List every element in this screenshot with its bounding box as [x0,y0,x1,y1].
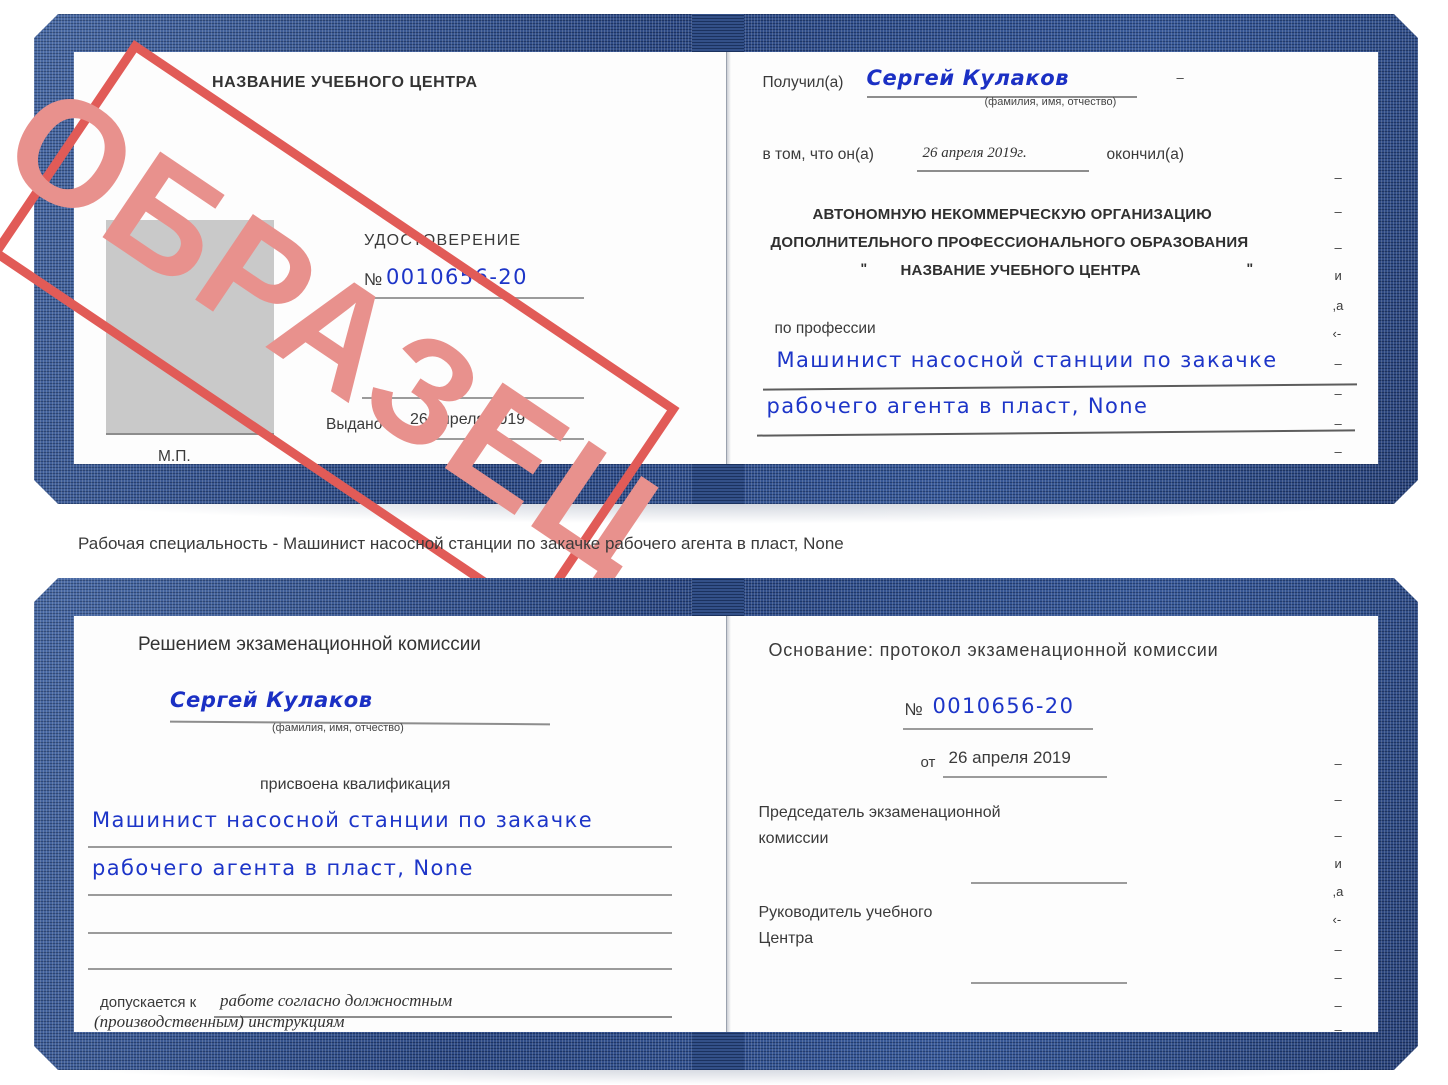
blank-rule-1 [362,397,584,399]
number-rule [362,297,584,299]
edge-mark-0: – [1334,170,1342,185]
edge-mark-b5: ‹- [1332,912,1342,927]
issued-rule [406,438,584,440]
number-symbol: № [364,270,383,289]
from-label: от [920,754,936,771]
photo-placeholder [106,220,274,433]
edge-mark-b6: – [1334,942,1342,957]
profession-line-1: Машинист насосной станции по закачке [776,348,1278,372]
edge-mark-b4: ,а [1332,884,1344,899]
issued-date-value: 26 апреля 2019 [410,411,526,428]
photo-underline [106,433,274,435]
edge-mark-b8: – [1334,998,1342,1013]
chairman-signature-rule [970,882,1127,884]
received-label: Получил(а) [762,74,844,91]
org-line-1: АВТОНОМНУЮ НЕКОММЕРЧЕСКУЮ ОРГАНИЗАЦИЮ [812,206,1212,223]
protocol-number-symbol: № [904,700,923,719]
caption-text: Рабочая специальность - Машинист насосно… [78,534,844,553]
qualification-rule-3 [88,932,672,934]
commission-title: Решением экзаменационной комиссии [138,634,481,655]
head-line-2: Центра [758,930,814,947]
protocol-number-value: 0010656-20 [932,694,1075,718]
org-quote-open: " [860,260,868,276]
seal-label: М.П. [158,448,191,464]
edge-mark-b0: – [1334,756,1342,771]
protocol-number-rule [902,728,1093,730]
edge-mark-3: и [1334,268,1342,283]
qualification-rule-4 [88,968,672,970]
commission-fio-hint: (фамилия, имя, отчество) [272,722,404,734]
from-date-rule [942,776,1107,778]
qualification-line-2: рабочего агента в пласт, None [92,856,474,880]
certificate-number-value: 0010656-20 [386,265,528,289]
admitted-value-line-1: работе согласно должностным [220,991,453,1010]
study-date-rule [916,170,1089,172]
head-line-1: Руководитель учебного [758,904,933,921]
certificate-spread-bottom: Решением экзаменационной комиссии Сергей… [74,616,1378,1032]
qualification-rule-2 [88,894,672,896]
chairman-line-2: комиссии [758,830,829,847]
edge-mark-5: ‹- [1332,326,1342,341]
finished-label: окончил(а) [1106,146,1184,163]
document-type-title: УДОСТОВЕРЕНИЕ [364,232,522,249]
edge-mark-8: – [1334,416,1342,431]
page-title-center-name: НАЗВАНИЕ УЧЕБНОГО ЦЕНТРА [212,74,478,91]
profession-label: по профессии [774,320,876,337]
spine-tab-bottom-lower [692,1026,744,1070]
fio-hint: (фамилия, имя, отчество) [984,96,1117,108]
profession-line-2: рабочего агента в пласт, None [766,394,1149,418]
org-line-2: ДОПОЛНИТЕЛЬНОГО ПРОФЕССИОНАЛЬНОГО ОБРАЗО… [770,234,1249,251]
edge-mark-b2: – [1334,828,1342,843]
qualification-label: присвоена квалификация [260,776,451,793]
edge-mark-1: – [1334,204,1342,219]
edge-mark-b7: – [1334,970,1342,985]
qualification-rule-1 [88,846,672,848]
edge-mark-b1: – [1334,792,1342,807]
page-4-basis: Основание: протокол экзаменационной коми… [726,616,1378,1032]
edge-mark-2: – [1334,240,1342,255]
edge-mark-6: – [1334,356,1342,371]
basis-label: Основание: протокол экзаменационной коми… [768,640,1219,660]
commission-name-value: Сергей Кулаков [170,688,373,712]
chairman-line-1: Председатель экзаменационной [758,804,1001,821]
edge-dash-a: – [1176,70,1184,85]
edge-mark-7: – [1334,386,1342,401]
page-2-details: Получил(а) Сергей Кулаков (фамилия, имя,… [726,52,1378,464]
edge-mark-4: ,а [1332,298,1344,313]
spine-tab-top-lower [692,460,744,504]
head-signature-rule [970,982,1127,984]
profession-rule-2 [756,429,1355,437]
in-that-label: в том, что он(а) [762,146,874,163]
holder-name-value: Сергей Кулаков [866,66,1070,90]
edge-mark-b3: и [1334,856,1342,871]
study-date-value: 26 апреля 2019г. [922,145,1027,161]
issued-label: Выдано [326,416,383,433]
edge-mark-b9: – [1334,1022,1342,1032]
page-3-commission: Решением экзаменационной комиссии Сергей… [74,616,727,1032]
admitted-label: допускается к [100,994,197,1011]
qualification-line-1: Машинист насосной станции по закачке [92,808,594,832]
profession-rule-1 [762,383,1357,391]
admitted-value-line-2: (производственным) инструкциям [94,1012,345,1031]
from-date-value: 26 апреля 2019 [948,748,1071,767]
edge-mark-9: – [1334,444,1342,459]
org-quote-close: " [1246,260,1254,276]
certificate-spread-top: НАЗВАНИЕ УЧЕБНОГО ЦЕНТРА УДОСТОВЕРЕНИЕ №… [0,40,1378,622]
org-line-3: НАЗВАНИЕ УЧЕБНОГО ЦЕНТРА [900,262,1141,279]
page-1-identity: НАЗВАНИЕ УЧЕБНОГО ЦЕНТРА УДОСТОВЕРЕНИЕ №… [74,52,727,464]
